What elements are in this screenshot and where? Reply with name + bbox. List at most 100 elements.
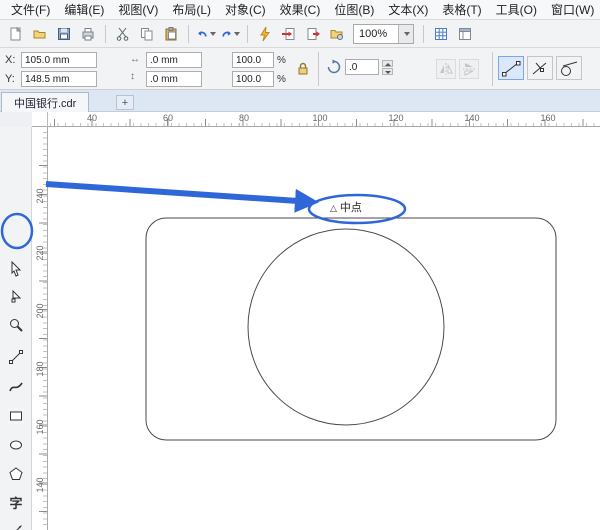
- perpendicular-line-button[interactable]: [527, 56, 553, 80]
- text-tool-icon: 字: [9, 495, 23, 511]
- scale-factor-group: % %: [232, 52, 286, 90]
- x-position-input[interactable]: [21, 52, 97, 68]
- object-height-input[interactable]: [146, 71, 202, 87]
- drawing-canvas[interactable]: [48, 127, 600, 530]
- hruler-label: 60: [162, 113, 174, 123]
- toolbar-separator: [247, 24, 248, 43]
- save-icon: [58, 27, 70, 40]
- propbar-separator: [492, 52, 493, 86]
- document-tab-bar: 中国银行.cdr +: [0, 90, 600, 112]
- vruler-label: 180: [35, 361, 45, 377]
- rotation-angle-input[interactable]: [345, 59, 379, 75]
- hruler-label: 140: [464, 113, 480, 123]
- chevron-down-icon: [403, 31, 410, 36]
- zoom-dropdown-arrow[interactable]: [398, 24, 413, 43]
- menu-bar: 文件(F) 编辑(E) 视图(V) 布局(L) 对象(C) 效果(C) 位图(B) 文本(X)…: [0, 0, 600, 20]
- rectangle-tool[interactable]: [4, 404, 28, 428]
- mirror-vertical-icon: [463, 63, 475, 76]
- import-icon: [282, 27, 295, 40]
- menu-item-edit[interactable]: 编辑(E): [57, 0, 111, 19]
- height-icon: ↕: [130, 71, 135, 82]
- menu-item-file[interactable]: 文件(F): [4, 0, 57, 19]
- save-button[interactable]: [53, 23, 75, 45]
- lock-ratio-button[interactable]: [294, 59, 312, 79]
- plus-icon: +: [121, 96, 129, 109]
- y-label: Y:: [5, 73, 15, 85]
- standard-toolbar: 100%: [0, 20, 600, 48]
- polygon-tool[interactable]: [4, 462, 28, 486]
- redo-button[interactable]: [219, 23, 241, 45]
- horizontal-ruler[interactable]: 40 60 80 100 120 140 160: [48, 112, 600, 127]
- shape-tool-icon: [11, 289, 22, 303]
- export-button[interactable]: [302, 23, 324, 45]
- undo-dropdown-caret[interactable]: [210, 31, 216, 36]
- import-button[interactable]: [278, 23, 300, 45]
- hruler-label: 80: [238, 113, 250, 123]
- line-tool-options: [498, 56, 582, 80]
- grid-icon: [435, 27, 447, 40]
- two-point-line-button[interactable]: [498, 56, 524, 80]
- width-icon: ↔: [130, 54, 140, 65]
- mirror-horizontal-button[interactable]: [436, 59, 456, 79]
- undo-button[interactable]: [195, 23, 217, 45]
- hruler-label: 120: [388, 113, 404, 123]
- vertical-ruler[interactable]: 240 220 200 180 160 140: [32, 127, 48, 530]
- vruler-label: 240: [35, 188, 45, 204]
- document-tab[interactable]: 中国银行.cdr: [1, 92, 90, 112]
- polygon-tool-icon: [9, 467, 23, 480]
- paste-button[interactable]: [160, 23, 182, 45]
- ellipse-tool[interactable]: [4, 433, 28, 457]
- artistic-media-tool[interactable]: [4, 375, 28, 399]
- new-document-button[interactable]: [5, 23, 27, 45]
- menu-item-bitmaps[interactable]: 位图(B): [327, 0, 381, 19]
- dimension-tool[interactable]: [4, 520, 28, 530]
- cut-button[interactable]: [112, 23, 134, 45]
- object-width-input[interactable]: [146, 52, 202, 68]
- y-position-input[interactable]: [21, 71, 97, 87]
- print-button[interactable]: [77, 23, 99, 45]
- zoom-level-combo[interactable]: 100%: [353, 23, 414, 44]
- options-window-icon: [459, 27, 471, 40]
- options-button[interactable]: [454, 23, 476, 45]
- menu-item-tools[interactable]: 工具(O): [489, 0, 544, 19]
- mirror-vertical-button[interactable]: [459, 59, 479, 79]
- two-point-line-tool[interactable]: [4, 345, 28, 369]
- application-launcher-button[interactable]: [254, 23, 276, 45]
- rectangle-tool-icon: [10, 411, 22, 421]
- zoom-tool[interactable]: [4, 313, 28, 337]
- open-button[interactable]: [29, 23, 51, 45]
- new-tab-button[interactable]: +: [116, 95, 134, 110]
- angle-spinner[interactable]: [382, 59, 393, 75]
- snap-indicator-label: 中点: [339, 202, 362, 214]
- redo-dropdown-caret[interactable]: [234, 31, 240, 36]
- pick-tool-icon: [11, 261, 22, 277]
- menu-item-table[interactable]: 表格(T): [435, 0, 488, 19]
- copy-button[interactable]: [136, 23, 158, 45]
- text-tool[interactable]: 字: [4, 491, 28, 515]
- scale-y-input[interactable]: [232, 71, 274, 87]
- menu-item-view[interactable]: 视图(V): [111, 0, 165, 19]
- percent-label: %: [277, 73, 286, 85]
- menu-item-layout[interactable]: 布局(L): [165, 0, 218, 19]
- tangent-line-button[interactable]: [556, 56, 582, 80]
- vruler-label: 220: [35, 245, 45, 261]
- two-point-line-tool-icon: [9, 350, 23, 364]
- x-label: X:: [5, 54, 16, 66]
- spin-down-icon[interactable]: [382, 67, 393, 75]
- menu-item-effects[interactable]: 效果(C): [273, 0, 328, 19]
- vruler-label: 140: [35, 477, 45, 493]
- spin-up-icon[interactable]: [382, 59, 393, 67]
- scale-x-input[interactable]: [232, 52, 274, 68]
- vruler-label: 200: [35, 303, 45, 319]
- midpoint-triangle-icon: △: [330, 203, 337, 213]
- menu-item-object[interactable]: 对象(C): [218, 0, 273, 19]
- content-folder-button[interactable]: [326, 23, 348, 45]
- menu-item-window[interactable]: 窗口(W): [544, 0, 600, 19]
- ruler-origin-corner[interactable]: [32, 112, 48, 127]
- redo-icon: [222, 31, 231, 37]
- shape-tool[interactable]: [4, 285, 28, 309]
- menu-item-text[interactable]: 文本(X): [381, 0, 435, 19]
- object-size-icons: ↔ ↕: [130, 54, 140, 82]
- snap-to-grid-button[interactable]: [430, 23, 452, 45]
- pick-tool[interactable]: [4, 257, 28, 281]
